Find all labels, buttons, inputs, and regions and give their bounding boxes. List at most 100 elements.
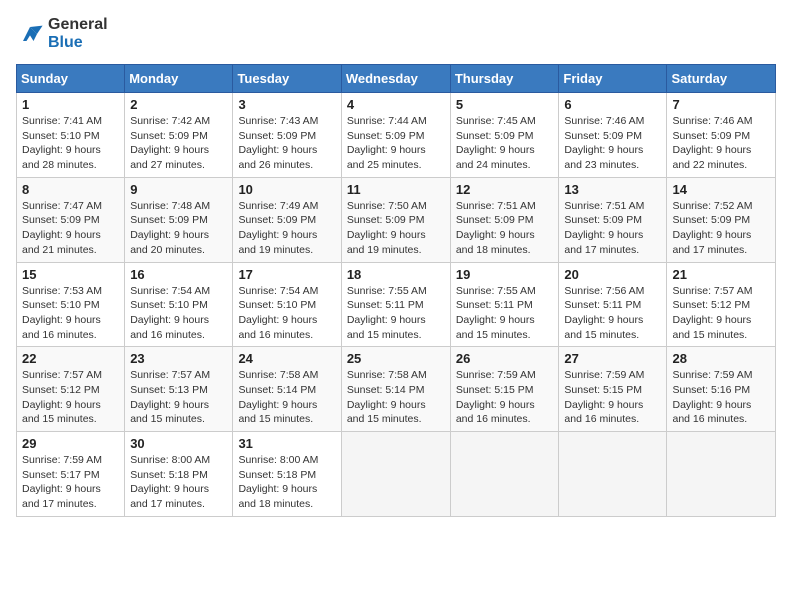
day-info: Sunrise: 8:00 AMSunset: 5:18 PMDaylight:… bbox=[130, 453, 227, 512]
day-info: Sunrise: 7:56 AMSunset: 5:11 PMDaylight:… bbox=[564, 284, 661, 343]
calendar-cell: 4 Sunrise: 7:44 AMSunset: 5:09 PMDayligh… bbox=[341, 93, 450, 178]
day-info: Sunrise: 7:51 AMSunset: 5:09 PMDaylight:… bbox=[564, 199, 661, 258]
day-header-friday: Friday bbox=[559, 65, 667, 93]
calendar-cell: 18 Sunrise: 7:55 AMSunset: 5:11 PMDaylig… bbox=[341, 262, 450, 347]
calendar-cell bbox=[667, 432, 776, 517]
day-info: Sunrise: 7:57 AMSunset: 5:12 PMDaylight:… bbox=[672, 284, 770, 343]
day-number: 23 bbox=[130, 351, 227, 366]
day-info: Sunrise: 7:57 AMSunset: 5:12 PMDaylight:… bbox=[22, 368, 119, 427]
calendar-cell: 31 Sunrise: 8:00 AMSunset: 5:18 PMDaylig… bbox=[233, 432, 341, 517]
day-number: 15 bbox=[22, 267, 119, 282]
day-number: 12 bbox=[456, 182, 554, 197]
week-row-2: 8 Sunrise: 7:47 AMSunset: 5:09 PMDayligh… bbox=[17, 177, 776, 262]
day-number: 3 bbox=[238, 97, 335, 112]
days-header-row: SundayMondayTuesdayWednesdayThursdayFrid… bbox=[17, 65, 776, 93]
day-info: Sunrise: 7:59 AMSunset: 5:15 PMDaylight:… bbox=[564, 368, 661, 427]
day-info: Sunrise: 7:59 AMSunset: 5:15 PMDaylight:… bbox=[456, 368, 554, 427]
day-number: 14 bbox=[672, 182, 770, 197]
day-info: Sunrise: 7:53 AMSunset: 5:10 PMDaylight:… bbox=[22, 284, 119, 343]
calendar-cell bbox=[559, 432, 667, 517]
day-number: 1 bbox=[22, 97, 119, 112]
day-header-sunday: Sunday bbox=[17, 65, 125, 93]
day-number: 9 bbox=[130, 182, 227, 197]
calendar-cell: 16 Sunrise: 7:54 AMSunset: 5:10 PMDaylig… bbox=[125, 262, 233, 347]
calendar-table: SundayMondayTuesdayWednesdayThursdayFrid… bbox=[16, 64, 776, 517]
calendar-cell: 30 Sunrise: 8:00 AMSunset: 5:18 PMDaylig… bbox=[125, 432, 233, 517]
calendar-cell: 12 Sunrise: 7:51 AMSunset: 5:09 PMDaylig… bbox=[450, 177, 559, 262]
day-header-tuesday: Tuesday bbox=[233, 65, 341, 93]
calendar-cell: 23 Sunrise: 7:57 AMSunset: 5:13 PMDaylig… bbox=[125, 347, 233, 432]
day-info: Sunrise: 7:49 AMSunset: 5:09 PMDaylight:… bbox=[238, 199, 335, 258]
day-info: Sunrise: 8:00 AMSunset: 5:18 PMDaylight:… bbox=[238, 453, 335, 512]
logo: General Blue bbox=[16, 16, 108, 52]
day-info: Sunrise: 7:58 AMSunset: 5:14 PMDaylight:… bbox=[347, 368, 445, 427]
day-header-wednesday: Wednesday bbox=[341, 65, 450, 93]
day-number: 10 bbox=[238, 182, 335, 197]
calendar-cell: 20 Sunrise: 7:56 AMSunset: 5:11 PMDaylig… bbox=[559, 262, 667, 347]
calendar-cell: 22 Sunrise: 7:57 AMSunset: 5:12 PMDaylig… bbox=[17, 347, 125, 432]
day-info: Sunrise: 7:58 AMSunset: 5:14 PMDaylight:… bbox=[238, 368, 335, 427]
day-header-thursday: Thursday bbox=[450, 65, 559, 93]
calendar-cell: 15 Sunrise: 7:53 AMSunset: 5:10 PMDaylig… bbox=[17, 262, 125, 347]
calendar-cell: 13 Sunrise: 7:51 AMSunset: 5:09 PMDaylig… bbox=[559, 177, 667, 262]
day-header-saturday: Saturday bbox=[667, 65, 776, 93]
calendar-cell: 8 Sunrise: 7:47 AMSunset: 5:09 PMDayligh… bbox=[17, 177, 125, 262]
header: General Blue bbox=[16, 16, 776, 52]
calendar-cell: 6 Sunrise: 7:46 AMSunset: 5:09 PMDayligh… bbox=[559, 93, 667, 178]
day-number: 22 bbox=[22, 351, 119, 366]
day-number: 16 bbox=[130, 267, 227, 282]
day-number: 26 bbox=[456, 351, 554, 366]
calendar-cell: 1 Sunrise: 7:41 AMSunset: 5:10 PMDayligh… bbox=[17, 93, 125, 178]
calendar-cell: 25 Sunrise: 7:58 AMSunset: 5:14 PMDaylig… bbox=[341, 347, 450, 432]
day-info: Sunrise: 7:50 AMSunset: 5:09 PMDaylight:… bbox=[347, 199, 445, 258]
day-number: 30 bbox=[130, 436, 227, 451]
day-info: Sunrise: 7:59 AMSunset: 5:17 PMDaylight:… bbox=[22, 453, 119, 512]
logo-bird-icon bbox=[16, 20, 44, 48]
day-number: 4 bbox=[347, 97, 445, 112]
week-row-1: 1 Sunrise: 7:41 AMSunset: 5:10 PMDayligh… bbox=[17, 93, 776, 178]
calendar-cell bbox=[450, 432, 559, 517]
day-info: Sunrise: 7:46 AMSunset: 5:09 PMDaylight:… bbox=[564, 114, 661, 173]
day-info: Sunrise: 7:52 AMSunset: 5:09 PMDaylight:… bbox=[672, 199, 770, 258]
day-info: Sunrise: 7:46 AMSunset: 5:09 PMDaylight:… bbox=[672, 114, 770, 173]
day-number: 6 bbox=[564, 97, 661, 112]
calendar-cell: 17 Sunrise: 7:54 AMSunset: 5:10 PMDaylig… bbox=[233, 262, 341, 347]
calendar-cell: 28 Sunrise: 7:59 AMSunset: 5:16 PMDaylig… bbox=[667, 347, 776, 432]
week-row-3: 15 Sunrise: 7:53 AMSunset: 5:10 PMDaylig… bbox=[17, 262, 776, 347]
calendar-cell: 10 Sunrise: 7:49 AMSunset: 5:09 PMDaylig… bbox=[233, 177, 341, 262]
calendar-cell: 27 Sunrise: 7:59 AMSunset: 5:15 PMDaylig… bbox=[559, 347, 667, 432]
day-number: 29 bbox=[22, 436, 119, 451]
day-info: Sunrise: 7:55 AMSunset: 5:11 PMDaylight:… bbox=[456, 284, 554, 343]
day-info: Sunrise: 7:43 AMSunset: 5:09 PMDaylight:… bbox=[238, 114, 335, 173]
day-number: 8 bbox=[22, 182, 119, 197]
week-row-4: 22 Sunrise: 7:57 AMSunset: 5:12 PMDaylig… bbox=[17, 347, 776, 432]
day-info: Sunrise: 7:54 AMSunset: 5:10 PMDaylight:… bbox=[130, 284, 227, 343]
day-header-monday: Monday bbox=[125, 65, 233, 93]
day-number: 25 bbox=[347, 351, 445, 366]
calendar-cell: 2 Sunrise: 7:42 AMSunset: 5:09 PMDayligh… bbox=[125, 93, 233, 178]
calendar-cell: 11 Sunrise: 7:50 AMSunset: 5:09 PMDaylig… bbox=[341, 177, 450, 262]
day-info: Sunrise: 7:51 AMSunset: 5:09 PMDaylight:… bbox=[456, 199, 554, 258]
day-number: 27 bbox=[564, 351, 661, 366]
calendar-cell: 9 Sunrise: 7:48 AMSunset: 5:09 PMDayligh… bbox=[125, 177, 233, 262]
day-info: Sunrise: 7:59 AMSunset: 5:16 PMDaylight:… bbox=[672, 368, 770, 427]
calendar-cell: 3 Sunrise: 7:43 AMSunset: 5:09 PMDayligh… bbox=[233, 93, 341, 178]
day-number: 11 bbox=[347, 182, 445, 197]
day-info: Sunrise: 7:48 AMSunset: 5:09 PMDaylight:… bbox=[130, 199, 227, 258]
calendar-cell: 26 Sunrise: 7:59 AMSunset: 5:15 PMDaylig… bbox=[450, 347, 559, 432]
day-info: Sunrise: 7:44 AMSunset: 5:09 PMDaylight:… bbox=[347, 114, 445, 173]
calendar-cell: 21 Sunrise: 7:57 AMSunset: 5:12 PMDaylig… bbox=[667, 262, 776, 347]
day-number: 2 bbox=[130, 97, 227, 112]
day-number: 19 bbox=[456, 267, 554, 282]
day-number: 20 bbox=[564, 267, 661, 282]
day-number: 5 bbox=[456, 97, 554, 112]
day-info: Sunrise: 7:47 AMSunset: 5:09 PMDaylight:… bbox=[22, 199, 119, 258]
calendar-cell: 19 Sunrise: 7:55 AMSunset: 5:11 PMDaylig… bbox=[450, 262, 559, 347]
day-number: 7 bbox=[672, 97, 770, 112]
calendar-cell: 14 Sunrise: 7:52 AMSunset: 5:09 PMDaylig… bbox=[667, 177, 776, 262]
calendar-cell: 7 Sunrise: 7:46 AMSunset: 5:09 PMDayligh… bbox=[667, 93, 776, 178]
day-number: 13 bbox=[564, 182, 661, 197]
logo-text: General Blue bbox=[48, 16, 108, 52]
day-info: Sunrise: 7:41 AMSunset: 5:10 PMDaylight:… bbox=[22, 114, 119, 173]
day-info: Sunrise: 7:42 AMSunset: 5:09 PMDaylight:… bbox=[130, 114, 227, 173]
